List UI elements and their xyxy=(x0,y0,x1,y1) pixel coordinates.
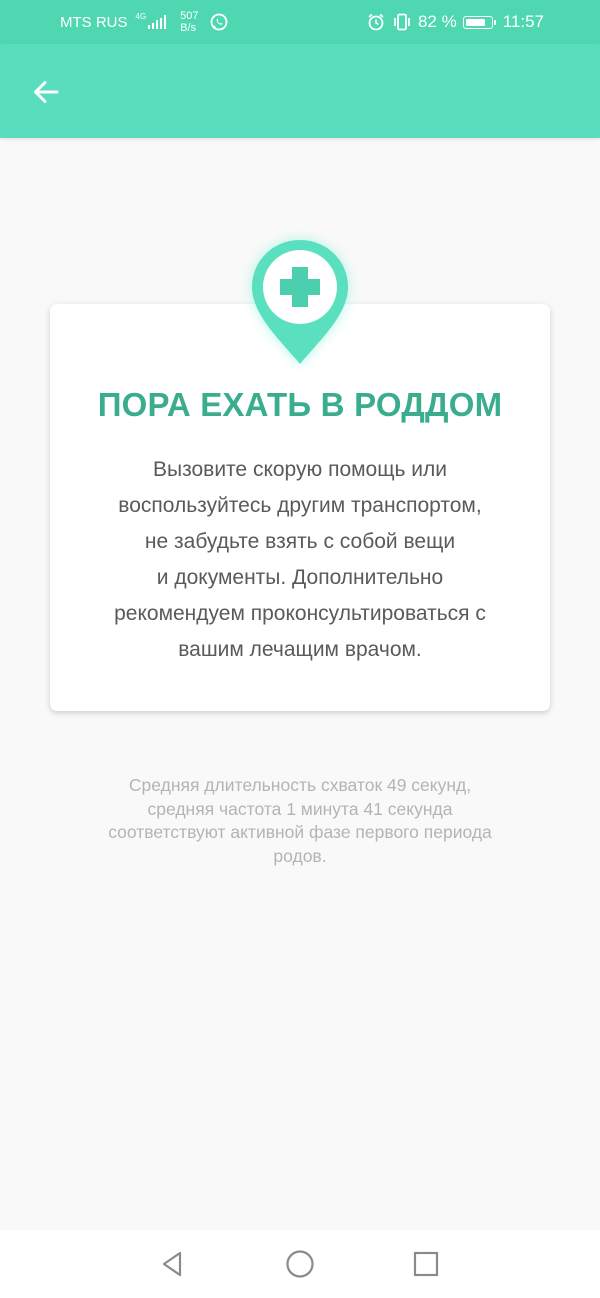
network-speed-unit: B/s xyxy=(180,22,197,34)
battery-level-fill xyxy=(465,18,486,26)
whatsapp-icon xyxy=(209,12,229,32)
back-triangle-icon xyxy=(162,1251,182,1277)
contraction-stats-note: Средняя длительность схваток 49 секунд, … xyxy=(108,775,492,866)
card-title: ПОРА ЕХАТЬ В РОДДОМ xyxy=(97,386,503,423)
back-button[interactable] xyxy=(18,64,74,120)
home-circle-icon xyxy=(286,1250,314,1278)
status-bar: MTS RUS 4G 507 B/s 82 % 11:57 xyxy=(0,0,600,44)
system-nav-bar xyxy=(0,1230,600,1298)
status-left: MTS RUS 4G 507 B/s xyxy=(60,0,229,44)
network-speed: 507 B/s xyxy=(180,10,198,34)
recents-square-icon xyxy=(413,1251,439,1277)
vibrate-icon xyxy=(392,12,412,32)
clock-label: 11:57 xyxy=(502,12,544,31)
battery-icon xyxy=(462,15,496,29)
alarm-icon xyxy=(366,12,386,32)
nav-recents-button[interactable] xyxy=(406,1244,446,1284)
screen: MTS RUS 4G 507 B/s 82 % 11:57 ПОРА ЕХАТЬ… xyxy=(0,0,600,1298)
battery-percent-label: 82 % xyxy=(417,12,457,31)
network-type-label: 4G xyxy=(135,11,147,21)
network-speed-value: 507 xyxy=(180,10,199,22)
signal-icon xyxy=(148,15,167,29)
medical-location-pin-icon xyxy=(252,240,348,364)
carrier-label: MTS RUS xyxy=(60,13,128,31)
nav-home-button[interactable] xyxy=(280,1244,320,1284)
card-body: Вызовите скорую помощь или воспользуйтес… xyxy=(114,458,486,661)
status-right: 82 % 11:57 xyxy=(366,0,544,44)
nav-back-button[interactable] xyxy=(152,1244,192,1284)
arrow-left-icon xyxy=(34,81,59,103)
app-bar xyxy=(0,44,600,138)
